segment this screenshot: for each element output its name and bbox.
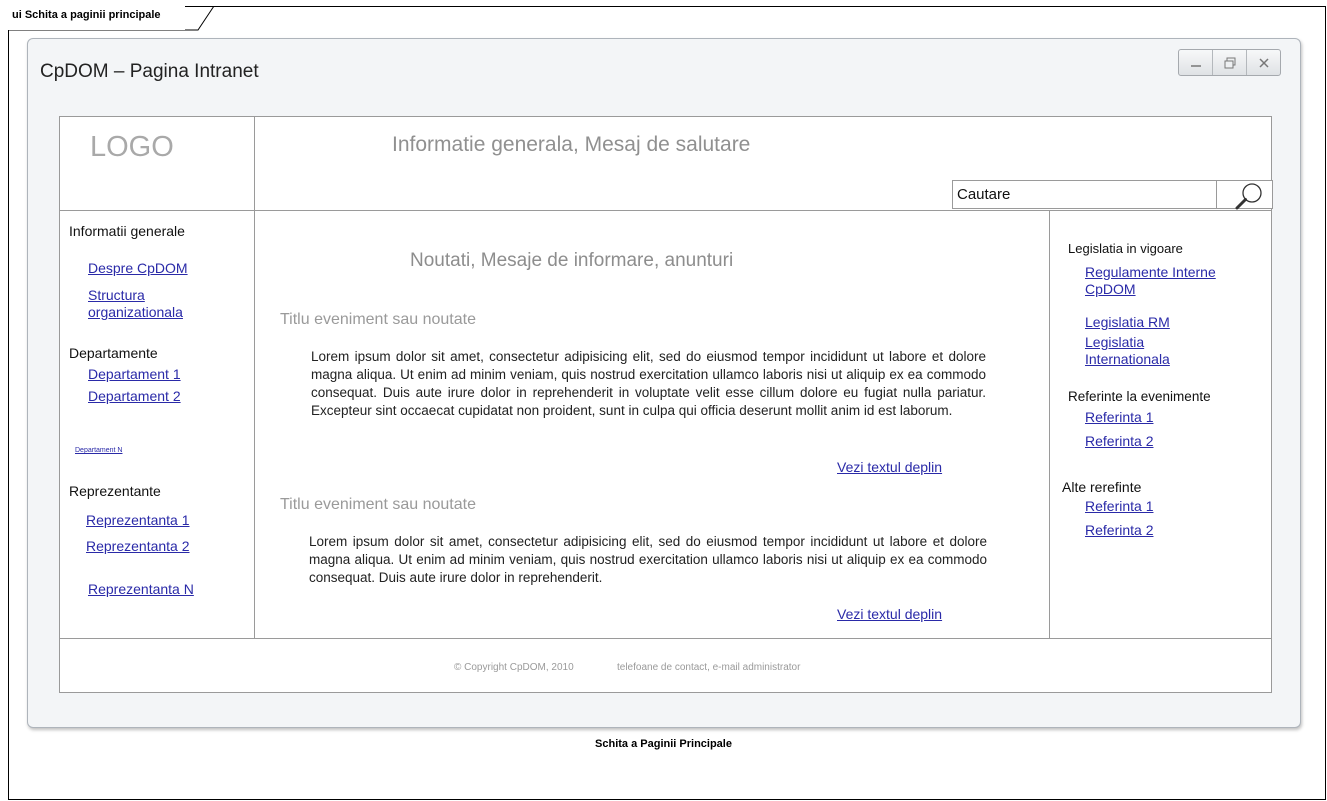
footer-contacts: telefoane de contact, e-mail administrat… [617, 662, 801, 673]
window-controls [1178, 49, 1281, 76]
nav-heading-legislation: Legislatia in vigoare [1068, 241, 1183, 256]
window-title: CpDOM – Pagina Intranet [40, 61, 259, 82]
browser-window: CpDOM – Pagina Intranet LOGO Informatie … [27, 38, 1301, 728]
nav-heading-other-references: Alte rerefinte [1062, 479, 1142, 495]
welcome-message: Informatie generala, Mesaj de salutare [392, 133, 751, 156]
event-title-1: Titlu eveniment sau noutate [280, 311, 476, 328]
nav-link-structure[interactable]: Structura organizationala [88, 287, 183, 320]
logo: LOGO [90, 131, 174, 163]
nav-heading-departments: Departamente [69, 345, 158, 361]
footer-copyright: © Copyright CpDOM, 2010 [454, 662, 574, 673]
search-icon [1235, 183, 1262, 210]
nav-link-department-1[interactable]: Departament 1 [88, 366, 181, 382]
nav-link-internal-regulations-line1: Regulamente Interne [1085, 264, 1216, 280]
nav-heading-event-references: Referinte la evenimente [1068, 389, 1211, 404]
nav-link-international-line1: Legislatia [1085, 334, 1145, 350]
nav-link-representative-1[interactable]: Reprezentanta 1 [86, 512, 190, 528]
diagram-caption: Schita a Paginii Principale [595, 738, 732, 750]
left-column-divider [254, 117, 255, 638]
header-divider [60, 210, 1271, 211]
frame-tab-label: ui Schita a paginii principale [8, 6, 185, 30]
nav-link-internal-regulations-line2: CpDOM [1085, 281, 1136, 297]
restore-icon[interactable] [1213, 50, 1247, 75]
nav-link-international-legislation[interactable]: Legislatia Internationala [1085, 334, 1170, 367]
search-input[interactable]: Cautare [952, 180, 1217, 209]
nav-link-event-reference-1[interactable]: Referinta 1 [1085, 409, 1153, 425]
nav-link-event-reference-2[interactable]: Referinta 2 [1085, 433, 1153, 449]
page-content: LOGO Informatie generala, Mesaj de salut… [59, 116, 1273, 693]
nav-link-department-2[interactable]: Departament 2 [88, 388, 181, 404]
read-more-link-2[interactable]: Vezi textul deplin [837, 606, 942, 622]
nav-link-international-line2: Internationala [1085, 351, 1170, 367]
nav-link-internal-regulations[interactable]: Regulamente Interne CpDOM [1085, 264, 1216, 297]
nav-link-legislation-rm[interactable]: Legislatia RM [1085, 314, 1170, 330]
news-section-title: Noutati, Mesaje de informare, anunturi [410, 250, 734, 271]
right-column-divider [1049, 210, 1050, 638]
footer-divider [60, 638, 1271, 639]
nav-link-about[interactable]: Despre CpDOM [88, 260, 188, 276]
nav-link-department-n[interactable]: Departament N [75, 447, 122, 454]
event-title-2: Titlu eveniment sau noutate [280, 496, 476, 513]
search-button[interactable] [1216, 180, 1273, 210]
nav-link-other-reference-2[interactable]: Referinta 2 [1085, 522, 1153, 538]
nav-link-representative-n[interactable]: Reprezentanta N [88, 581, 194, 597]
event-body-2: Lorem ipsum dolor sit amet, consectetur … [309, 534, 987, 585]
minimize-icon[interactable] [1179, 50, 1213, 75]
event-body-1: Lorem ipsum dolor sit amet, consectetur … [311, 349, 986, 418]
nav-link-other-reference-1[interactable]: Referinta 1 [1085, 498, 1153, 514]
nav-heading-representatives: Reprezentante [69, 483, 161, 499]
nav-link-structure-line2: organizationala [88, 304, 183, 320]
nav-link-structure-line1: Structura [88, 287, 145, 303]
read-more-link-1[interactable]: Vezi textul deplin [837, 459, 942, 475]
close-icon[interactable] [1247, 50, 1280, 75]
nav-heading-general: Informatii generale [69, 223, 185, 239]
nav-link-representative-2[interactable]: Reprezentanta 2 [86, 538, 190, 554]
